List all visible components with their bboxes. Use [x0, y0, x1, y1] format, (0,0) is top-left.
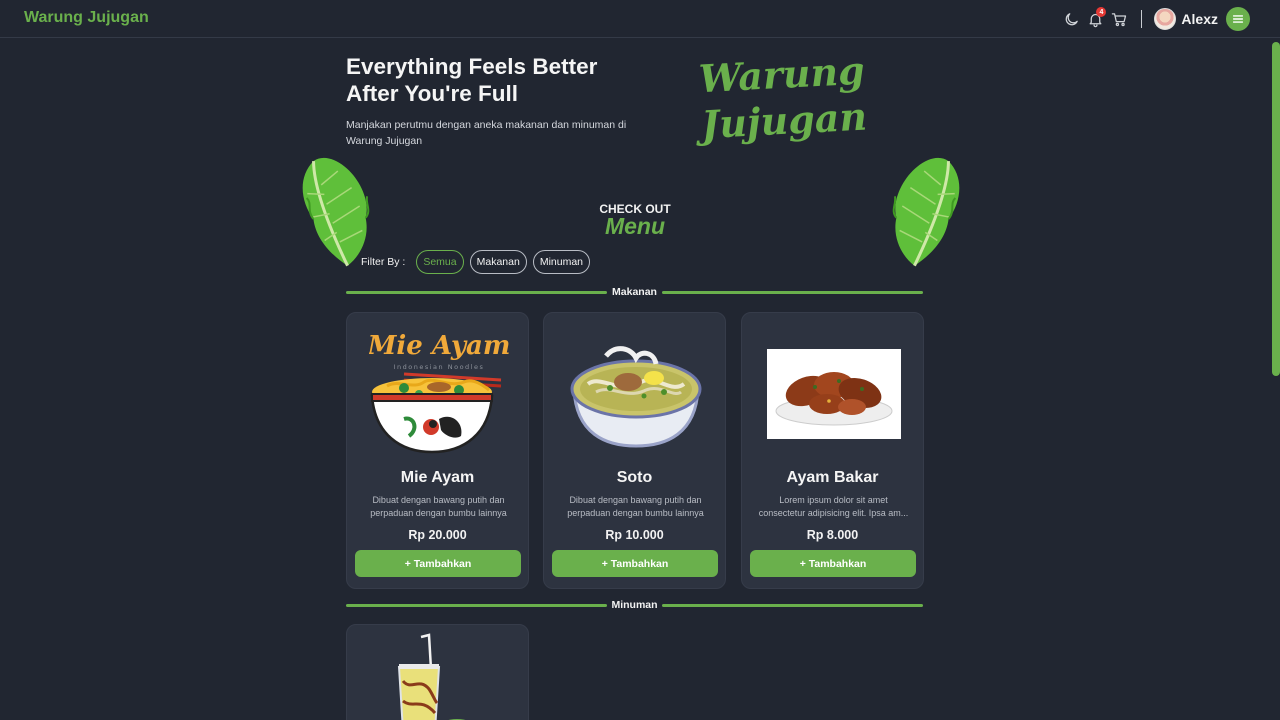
ayam-bakar-image	[752, 321, 915, 466]
hero-description: Manjakan perutmu dengan aneka makanan da…	[346, 119, 627, 147]
add-to-cart-button[interactable]: + Tambahkan	[552, 550, 718, 577]
menu-item-description: Dibuat dengan bawang putih dan perpaduan…	[567, 495, 704, 518]
menu-item-description: Dibuat dengan bawang putih dan perpaduan…	[370, 495, 507, 518]
hamburger-menu-button[interactable]	[1226, 7, 1250, 31]
soto-image	[554, 321, 717, 466]
hero-title: Everything Feels Better After You're Ful…	[346, 53, 666, 107]
menu-item-price: Rp 8.000	[806, 528, 859, 542]
menu-item-description: Lorem ipsum dolor sit amet consectetur a…	[758, 495, 909, 518]
user-name[interactable]: Alexz	[1181, 11, 1218, 27]
hero-logo: Warung Jujugan	[697, 47, 869, 148]
notification-badge: 4	[1096, 7, 1107, 17]
top-navbar: Warung Jujugan 4 Alexz	[0, 0, 1280, 38]
hero-title-line1: Everything Feels Better	[346, 54, 598, 79]
divider-line	[662, 291, 923, 294]
filter-bar: Filter By : Semua Makanan Minuman	[361, 250, 591, 274]
avatar[interactable]	[1154, 8, 1177, 30]
menu-card-soto: Soto Dibuat dengan bawang putih dan perp…	[543, 312, 726, 589]
scrollbar-thumb[interactable]	[1272, 42, 1280, 376]
hero-logo-line2: Jujugan	[700, 93, 869, 148]
hero-title-line2: After You're Full	[346, 81, 519, 106]
navbar-actions: 4 Alexz	[1059, 6, 1250, 32]
cart-icon[interactable]	[1107, 7, 1131, 31]
add-to-cart-button[interactable]: + Tambahkan	[750, 550, 916, 577]
filter-label: Filter By :	[361, 256, 406, 268]
moon-icon[interactable]	[1059, 7, 1083, 31]
hamburger-icon	[1232, 15, 1244, 23]
divider-line	[662, 604, 923, 607]
section-divider-minuman: Minuman	[346, 599, 923, 611]
menu-item-price: Rp 20.000	[408, 528, 467, 542]
section-divider-makanan: Makanan	[346, 286, 923, 298]
mie-ayam-logo-text: Mie Ayam	[369, 331, 509, 361]
menu-item-price: Rp 10.000	[605, 528, 664, 542]
filter-chip-semua[interactable]: Semua	[416, 250, 464, 274]
navbar-divider	[1141, 10, 1143, 28]
menu-heading: Menu	[604, 213, 666, 239]
brand-logo[interactable]: Warung Jujugan	[24, 9, 149, 27]
filter-chip-makanan[interactable]: Makanan	[469, 250, 527, 274]
add-to-cart-button[interactable]: + Tambahkan	[355, 550, 521, 577]
menu-card-drink	[346, 624, 529, 720]
filter-chip-minuman[interactable]: Minuman	[532, 250, 591, 274]
mie-ayam-image: Mie Ayam Indonesian Noodles	[357, 321, 520, 466]
menu-item-name: Ayam Bakar	[786, 469, 879, 486]
menu-card-mie-ayam: Mie Ayam Indonesian Noodles Mie Ayam Dib…	[346, 312, 529, 589]
menu-item-name: Mie Ayam	[400, 469, 475, 486]
hero-logo-line1: Warung	[697, 47, 866, 102]
bell-icon[interactable]: 4	[1083, 7, 1107, 31]
menu-item-name: Soto	[616, 469, 653, 486]
menu-card-ayam-bakar: Ayam Bakar Lorem ipsum dolor sit amet co…	[741, 312, 924, 589]
lettuce-right-decoration	[892, 157, 960, 267]
mie-ayam-logo-subtext: Indonesian Noodles	[393, 363, 484, 371]
drink-image	[357, 631, 520, 720]
